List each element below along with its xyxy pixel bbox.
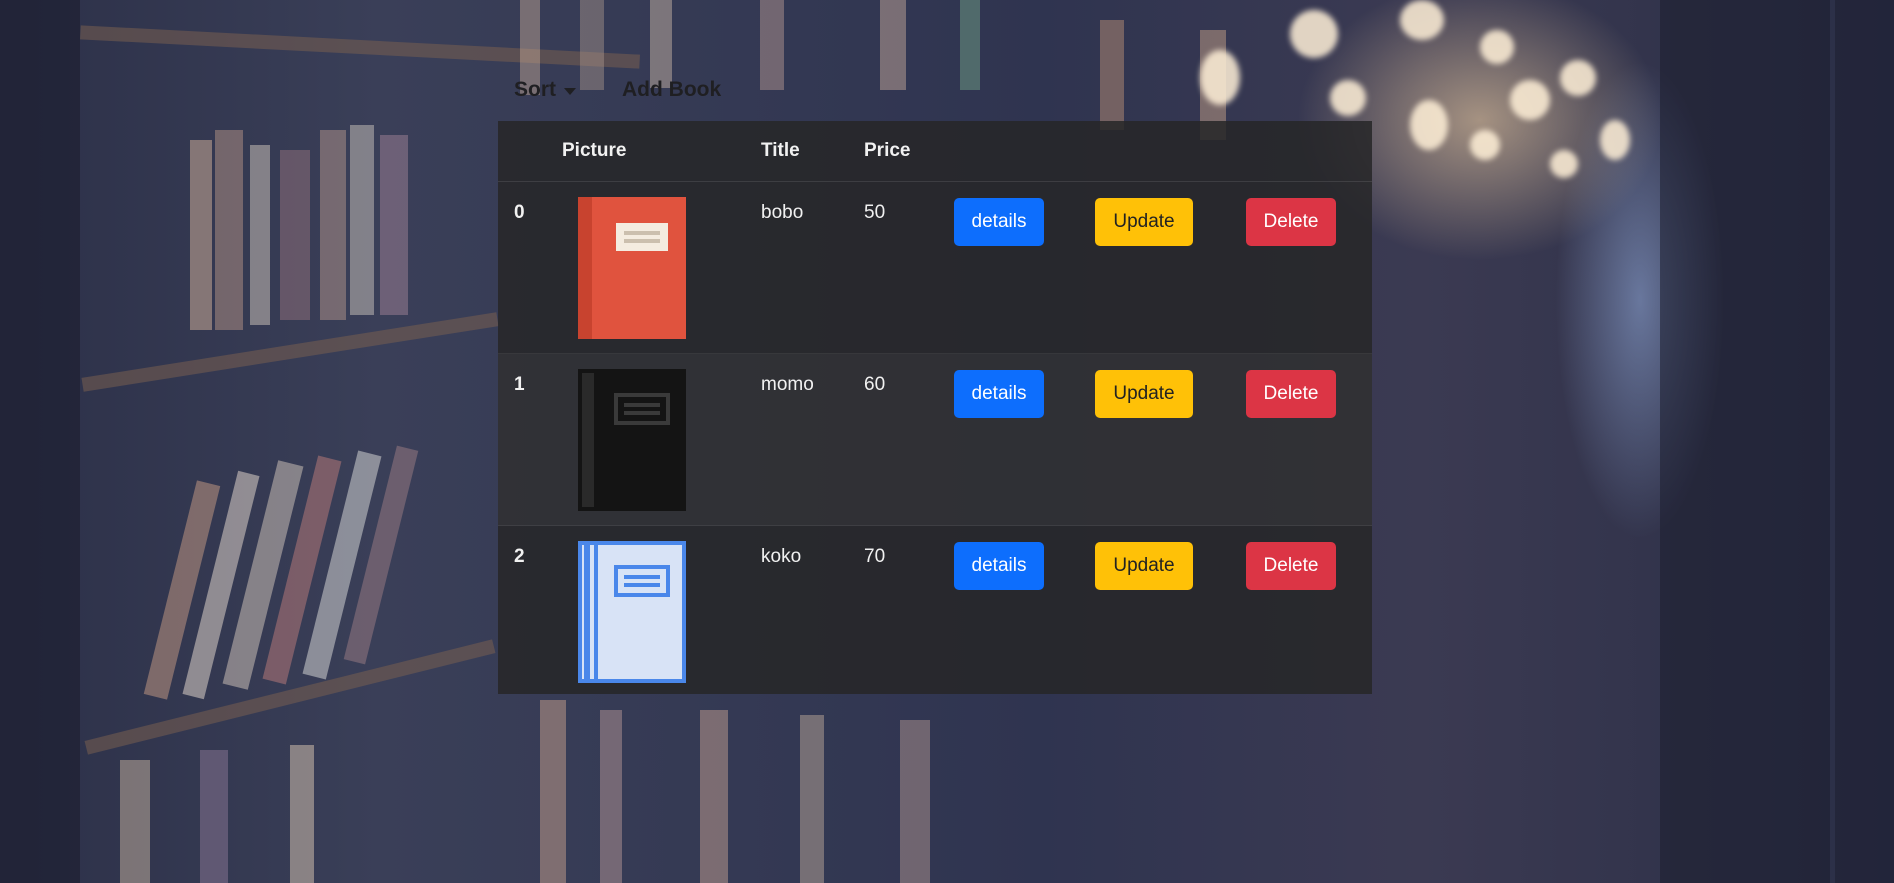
- row-index: 0: [514, 202, 525, 223]
- row-title: bobo: [761, 202, 804, 223]
- table-header: Picture Title Price: [498, 121, 1372, 182]
- row-price: 70: [864, 546, 886, 567]
- details-button[interactable]: details: [954, 198, 1044, 246]
- sort-dropdown[interactable]: Sort: [514, 78, 576, 102]
- row-title: momo: [761, 374, 814, 395]
- header-title: Title: [761, 140, 800, 161]
- update-button[interactable]: Update: [1095, 370, 1193, 418]
- table-row: 0 bobo 50 details Update Delete: [498, 182, 1372, 354]
- delete-button[interactable]: Delete: [1246, 198, 1336, 246]
- row-index: 2: [514, 546, 525, 567]
- row-title: koko: [761, 546, 802, 567]
- row-price: 60: [864, 374, 886, 395]
- table-row: 2 koko 70 details Update Delete: [498, 526, 1372, 697]
- row-index: 1: [514, 374, 525, 395]
- caret-down-icon: [564, 87, 576, 95]
- details-button[interactable]: details: [954, 542, 1044, 590]
- header-picture: Picture: [562, 140, 627, 161]
- details-button[interactable]: details: [954, 370, 1044, 418]
- add-book-link[interactable]: Add Book: [622, 78, 721, 102]
- blue-book-icon: [578, 541, 686, 683]
- update-button[interactable]: Update: [1095, 542, 1193, 590]
- update-button[interactable]: Update: [1095, 198, 1193, 246]
- row-price: 50: [864, 202, 886, 223]
- table-row: 1 momo 60 details Update Delete: [498, 354, 1372, 526]
- black-book-icon: [578, 369, 686, 511]
- sort-label: Sort: [514, 78, 556, 101]
- books-table: Picture Title Price 0 bobo 50 details Up…: [498, 121, 1372, 694]
- delete-button[interactable]: Delete: [1246, 370, 1336, 418]
- red-book-icon: [578, 197, 686, 339]
- delete-button[interactable]: Delete: [1246, 542, 1336, 590]
- header-price: Price: [864, 140, 911, 161]
- top-nav: Sort Add Book: [514, 72, 721, 108]
